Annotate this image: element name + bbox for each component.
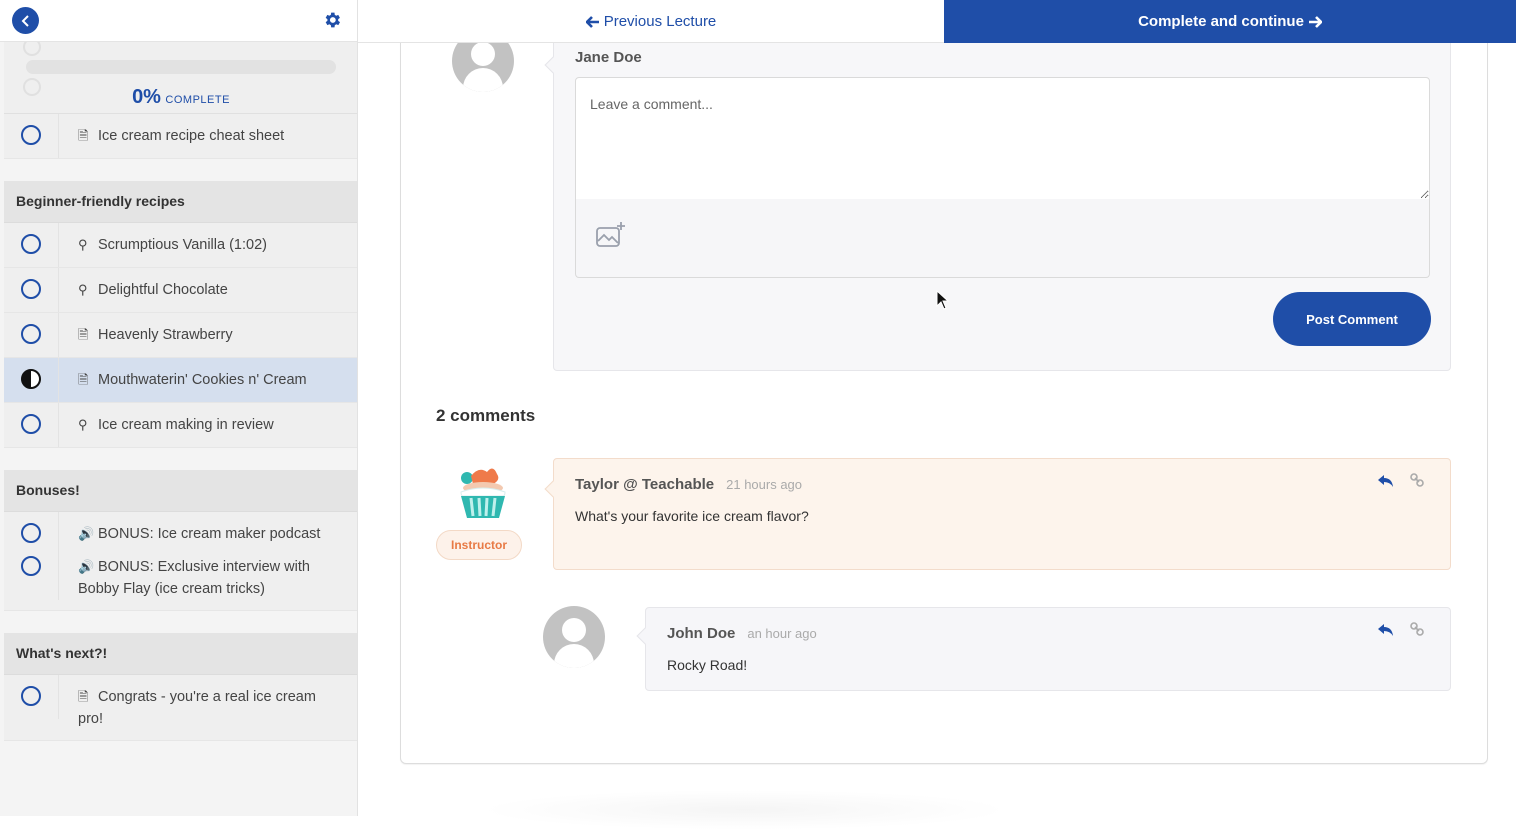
lesson-list: 🗎 Ice cream recipe cheat sheet Beginner-f… <box>0 113 357 741</box>
lesson-title: BONUS: Ice cream maker podcast <box>98 526 321 542</box>
faded-background-element <box>480 790 1010 830</box>
lesson-status-incomplete[interactable] <box>21 414 41 434</box>
comment-author[interactable]: John Doe <box>667 625 735 642</box>
reply-icon[interactable] <box>1377 473 1395 489</box>
lesson-item[interactable]: ⚲ Scrumptious Vanilla (1:02) <box>4 223 357 268</box>
comment-item: Taylor @ Teachable 21 hours ago What's yo… <box>544 458 1451 570</box>
lesson-item[interactable]: 🗎 Congrats - you're a real ice cream pro! <box>4 675 357 741</box>
progress-percent: 0% <box>132 86 161 108</box>
comment-body: Rocky Road! <box>667 657 748 673</box>
comment-reply-item: John Doe an hour ago Rocky Road! <box>636 607 1451 691</box>
commenter-avatar <box>543 606 605 668</box>
previous-lecture-label: Previous Lecture <box>603 13 717 30</box>
lesson-status-incomplete[interactable] <box>21 324 41 344</box>
lightbulb-icon: ⚲ <box>78 282 88 297</box>
document-icon: 🗎 <box>78 689 89 704</box>
link-icon[interactable] <box>1410 622 1424 636</box>
composer-author: Jane Doe <box>575 49 642 66</box>
lesson-status-in-progress[interactable] <box>21 369 41 389</box>
lesson-item[interactable]: 🔊 BONUS: Exclusive interview with Bobby F… <box>4 556 357 611</box>
lesson-item[interactable]: 🔊 BONUS: Ice cream maker podcast <box>4 512 357 556</box>
section-title: What's next?! <box>4 633 357 675</box>
lesson-status-incomplete[interactable] <box>21 234 41 254</box>
lesson-status-incomplete[interactable] <box>21 523 41 543</box>
comment-count: 2 comments <box>436 406 536 425</box>
sidebar-header <box>0 0 357 42</box>
lesson-title: Delightful Chocolate <box>98 282 228 298</box>
lesson-item[interactable]: ⚲ Ice cream making in review <box>4 403 357 448</box>
lesson-item[interactable]: 🗎 Ice cream recipe cheat sheet <box>4 113 357 159</box>
course-sidebar: 0% COMPLETE 🗎 Ice cream recipe cheat shee… <box>0 0 358 816</box>
lecture-nav: Previous Lecture Complete and continue <box>358 0 1516 43</box>
comment-timestamp: an hour ago <box>747 626 817 641</box>
lightbulb-icon: ⚲ <box>78 237 88 252</box>
document-icon: 🗎 <box>78 128 89 143</box>
progress-label: 0% COMPLETE <box>4 86 357 109</box>
complete-and-continue-label: Complete and continue <box>1138 13 1304 30</box>
lesson-title: Scrumptious Vanilla (1:02) <box>98 237 267 253</box>
document-icon: 🗎 <box>78 327 89 342</box>
progress-complete-word: COMPLETE <box>165 94 230 106</box>
lesson-status-incomplete[interactable] <box>21 686 41 706</box>
lesson-title: Ice cream recipe cheat sheet <box>98 128 285 144</box>
audio-icon: 🔊 <box>78 526 95 541</box>
lesson-title: BONUS: Exclusive interview with Bobby Fl… <box>78 559 310 597</box>
comment-composer: Jane Doe Post Comment <box>544 36 1451 371</box>
lesson-title: Ice cream making in review <box>98 417 274 433</box>
document-icon: 🗎 <box>78 372 89 387</box>
mouse-cursor-icon <box>936 290 950 310</box>
attachment-area <box>575 199 1430 278</box>
audio-icon: 🔊 <box>78 559 95 574</box>
link-icon[interactable] <box>1410 473 1424 487</box>
lesson-item[interactable]: ⚲ Delightful Chocolate <box>4 268 357 313</box>
lesson-status-incomplete[interactable] <box>21 125 41 145</box>
reply-icon[interactable] <box>1377 622 1395 638</box>
lightbulb-icon: ⚲ <box>78 417 88 432</box>
lesson-title: Heavenly Strawberry <box>98 327 233 343</box>
course-progress: 0% COMPLETE <box>4 38 357 124</box>
progress-bar <box>26 60 336 74</box>
section-title: Beginner-friendly recipes <box>4 181 357 223</box>
lesson-status-incomplete[interactable] <box>21 279 41 299</box>
lesson-status-incomplete[interactable] <box>21 556 41 576</box>
post-comment-button[interactable]: Post Comment <box>1273 292 1431 346</box>
lesson-item[interactable]: 🗎 Heavenly Strawberry <box>4 313 357 358</box>
complete-and-continue-button[interactable]: Complete and continue <box>944 0 1516 43</box>
chevron-left-icon <box>21 14 29 27</box>
gear-icon[interactable] <box>322 10 342 30</box>
lesson-title: Congrats - you're a real ice cream pro! <box>78 689 316 727</box>
back-button[interactable] <box>12 7 39 34</box>
image-add-icon[interactable] <box>596 221 626 249</box>
arrow-right-icon <box>1308 15 1322 28</box>
lesson-item-active[interactable]: 🗎 Mouthwaterin' Cookies n' Cream <box>4 358 357 403</box>
comment-author[interactable]: Taylor @ Teachable <box>575 476 714 493</box>
cupcake-avatar-icon <box>460 468 506 518</box>
comment-body: What's your favorite ice cream flavor? <box>575 508 809 524</box>
lesson-title: Mouthwaterin' Cookies n' Cream <box>98 372 307 388</box>
arrow-left-icon <box>585 15 599 28</box>
instructor-badge: Instructor <box>436 530 522 560</box>
previous-lecture-button[interactable]: Previous Lecture <box>358 0 944 43</box>
comment-timestamp: 21 hours ago <box>726 477 803 492</box>
comment-input[interactable] <box>575 77 1430 200</box>
section-title: Bonuses! <box>4 470 357 512</box>
